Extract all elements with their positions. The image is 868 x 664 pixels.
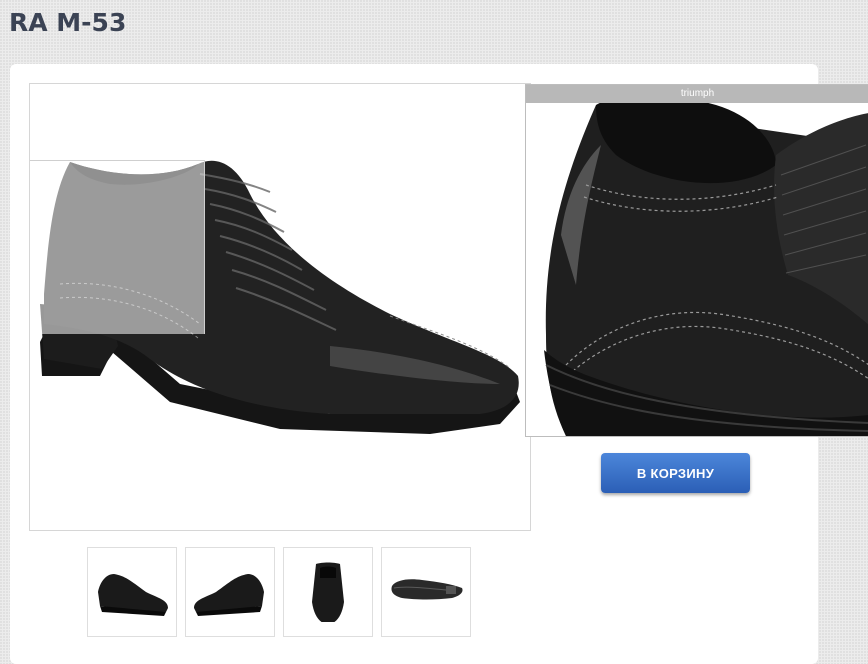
page-title: RA M-53 bbox=[9, 8, 127, 37]
thumbnail-shoe-image bbox=[391, 579, 463, 600]
thumbnail-front[interactable] bbox=[283, 547, 373, 637]
zoomed-shoe-image bbox=[526, 85, 868, 436]
product-main-image[interactable] bbox=[29, 83, 531, 531]
thumbnail-shoe-image bbox=[312, 562, 344, 622]
thumbnail-shoe-image bbox=[98, 574, 168, 616]
thumbnail-shoe-image bbox=[194, 574, 264, 616]
zoom-caption: triumph bbox=[526, 85, 868, 103]
zoom-window: triumph bbox=[525, 84, 868, 437]
thumbnail-side-left[interactable] bbox=[87, 547, 177, 637]
thumbnail-side-right[interactable] bbox=[185, 547, 275, 637]
add-to-cart-button[interactable]: В КОРЗИНУ bbox=[601, 453, 750, 493]
zoom-lens[interactable] bbox=[30, 160, 205, 334]
thumbnail-sole[interactable] bbox=[381, 547, 471, 637]
